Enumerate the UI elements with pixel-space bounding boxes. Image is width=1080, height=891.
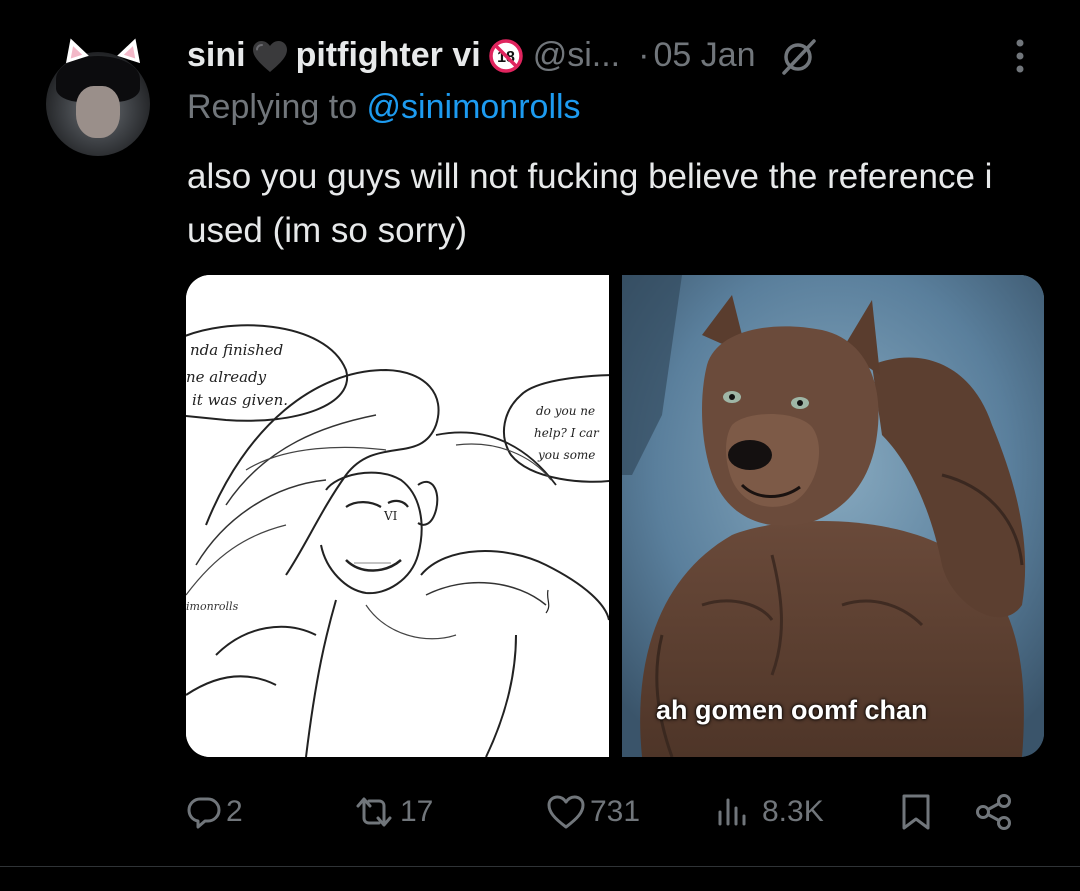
like-button[interactable]: 731 [546, 788, 640, 836]
replying-prefix: Replying to [187, 88, 367, 126]
tweet[interactable]: sini pitfighter vi 18 @si... · 05 Jan [0, 0, 1080, 891]
repost-button[interactable]: 17 [352, 788, 433, 836]
reply-count: 2 [226, 795, 243, 828]
svg-text:ne already: ne already [186, 368, 267, 386]
replying-to: Replying to @sinimonrolls [187, 88, 581, 127]
svg-text:help? I car: help? I car [534, 426, 600, 440]
repost-icon [352, 794, 396, 830]
avatar-image [46, 52, 150, 156]
werewolf-meme-image[interactable]: ah gomen oomf chan [622, 275, 1044, 757]
views-button[interactable]: 8.3K [714, 788, 824, 836]
display-name-part2[interactable]: pitfighter vi [296, 36, 481, 75]
reply-button[interactable]: 2 [186, 788, 243, 836]
share-icon [974, 792, 1014, 832]
no-under-18-icon: 18 [488, 39, 523, 73]
bookmark-button[interactable] [898, 788, 934, 836]
replying-mention-link[interactable]: @sinimonrolls [367, 88, 581, 126]
repost-count: 17 [400, 795, 434, 828]
like-count: 731 [590, 795, 641, 828]
separator-dot: · [638, 35, 650, 74]
tweet-date[interactable]: 05 Jan [653, 36, 755, 75]
svg-text:nda finished: nda finished [190, 341, 283, 359]
svg-text:VI: VI [383, 509, 398, 523]
meme-caption: ah gomen oomf chan [656, 695, 928, 725]
handle[interactable]: @si... [533, 36, 620, 75]
svg-text:imonrolls: imonrolls [186, 600, 239, 613]
share-button[interactable] [974, 788, 1014, 836]
svg-text:it was given.: it was given. [192, 391, 288, 409]
like-icon [546, 794, 586, 830]
more-vertical-icon[interactable] [1008, 36, 1032, 76]
bookmark-icon [898, 792, 934, 832]
views-count: 8.3K [762, 795, 824, 828]
black-heart-icon [252, 40, 288, 74]
tweet-header: sini pitfighter vi 18 @si... · 05 Jan [187, 30, 818, 80]
tweet-divider [0, 866, 1080, 867]
tweet-text: also you guys will not fucking believe t… [187, 157, 993, 250]
avatar[interactable] [46, 34, 152, 156]
reply-icon [186, 794, 222, 830]
svg-text:do you ne: do you ne [536, 404, 595, 418]
svg-text:you some: you some [537, 448, 595, 462]
display-name-part1[interactable]: sini [187, 36, 246, 75]
sketch-image[interactable]: nda finished ne already it was given. do… [186, 275, 609, 757]
media-grid: nda finished ne already it was given. do… [186, 275, 1044, 757]
mute-icon[interactable] [778, 37, 818, 77]
views-icon [714, 794, 758, 830]
action-bar: 2 17 731 8.3K [186, 788, 1046, 836]
